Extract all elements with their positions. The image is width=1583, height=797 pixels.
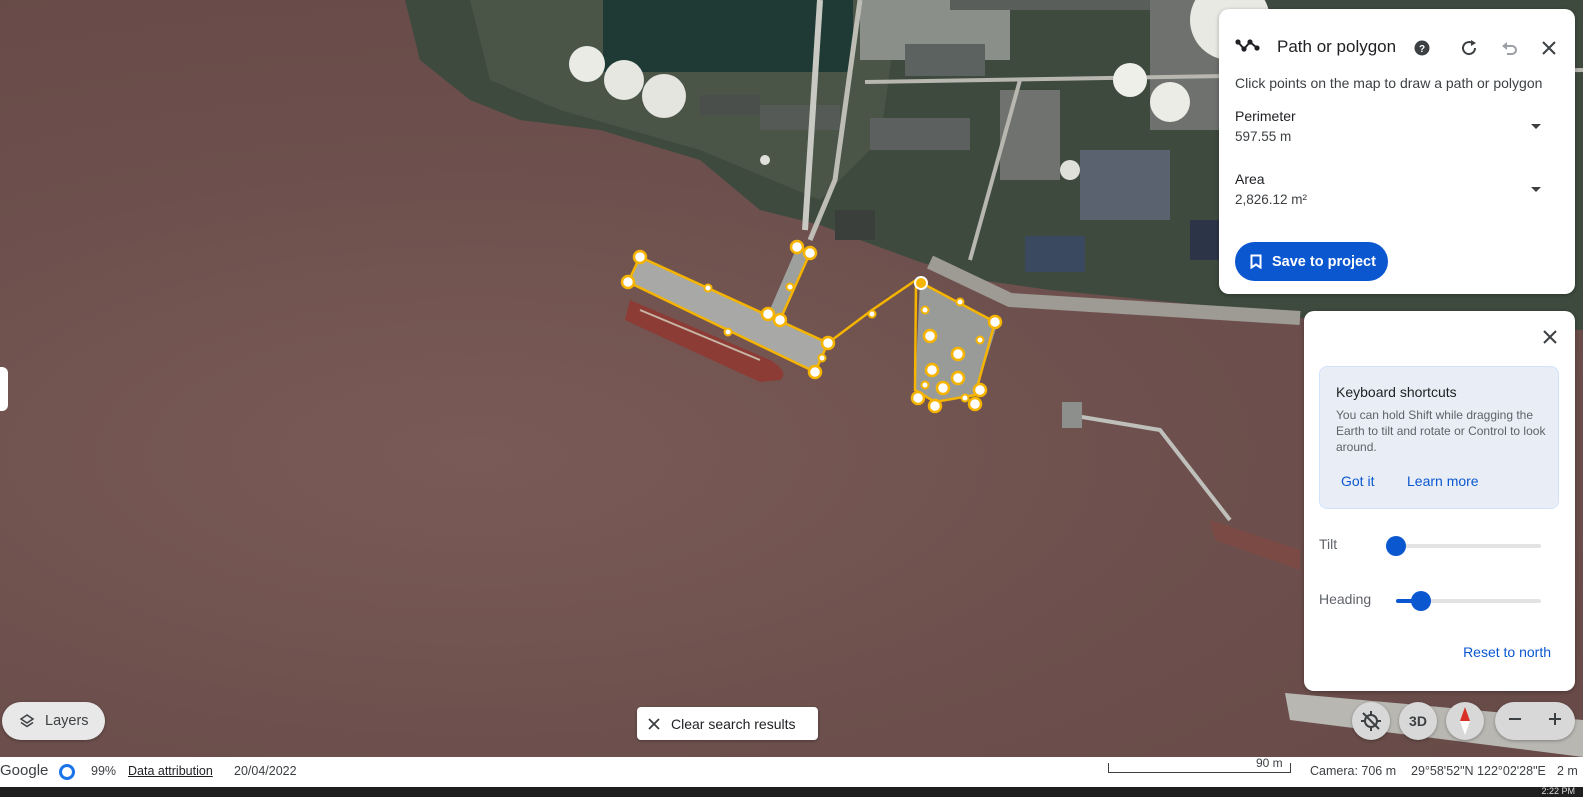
taskbar-strip: 2:22 PM	[0, 786, 1583, 797]
clear-search-label: Clear search results	[671, 715, 796, 732]
area-label: Area	[1235, 171, 1265, 187]
data-attribution-link[interactable]: Data attribution	[128, 764, 213, 778]
perimeter-value: 597.55 m	[1235, 129, 1292, 144]
elevation: 2 m	[1557, 764, 1578, 778]
close-icon[interactable]	[1538, 325, 1562, 349]
zoom-in-icon[interactable]	[1548, 712, 1562, 731]
refresh-icon[interactable]	[1457, 36, 1481, 60]
scale-label: 90 m	[1256, 756, 1283, 770]
perimeter-label: Perimeter	[1235, 108, 1296, 124]
area-value: 2,826.12 m²	[1235, 192, 1308, 207]
save-to-project-button[interactable]: Save to project	[1235, 242, 1388, 281]
got-it-link[interactable]: Got it	[1341, 473, 1374, 489]
bookmark-icon	[1250, 254, 1262, 269]
panel-header: Path or polygon ?	[1235, 29, 1563, 65]
navigation-panel: Keyboard shortcuts You can hold Shift wh…	[1304, 311, 1575, 691]
zoom-controls	[1495, 702, 1575, 740]
status-bar: Google 99% Data attribution 20/04/2022 9…	[0, 756, 1583, 787]
compass-button[interactable]	[1446, 702, 1484, 740]
camera-altitude: Camera: 706 m	[1310, 764, 1397, 778]
zoom-out-icon[interactable]	[1508, 712, 1522, 731]
tilt-slider[interactable]	[1386, 536, 1541, 556]
heading-label: Heading	[1319, 591, 1372, 607]
panel-title: Path or polygon	[1277, 37, 1397, 56]
learn-more-link[interactable]: Learn more	[1407, 473, 1479, 489]
side-panel-handle[interactable]	[0, 367, 8, 411]
clock: 2:22 PM	[1541, 786, 1575, 796]
chevron-down-icon[interactable]	[1531, 124, 1541, 129]
location-off-icon	[1361, 711, 1381, 731]
close-icon	[648, 717, 660, 730]
perimeter-row[interactable]: Perimeter 597.55 m	[1235, 108, 1551, 152]
imagery-date: 20/04/2022	[234, 764, 297, 778]
chevron-down-icon[interactable]	[1531, 187, 1541, 192]
reset-to-north-link[interactable]: Reset to north	[1463, 644, 1551, 660]
loading-ring-icon	[59, 764, 75, 780]
heading-knob[interactable]	[1410, 591, 1431, 611]
load-percent: 99%	[91, 764, 117, 778]
tilt-knob[interactable]	[1386, 536, 1406, 556]
view-3d-button[interactable]: 3D	[1399, 702, 1437, 740]
layers-label: Layers	[45, 713, 89, 729]
tip-body: You can hold Shift while dragging the Ea…	[1336, 408, 1546, 454]
measure-panel: Path or polygon ? Click points on the ma…	[1219, 9, 1575, 294]
keyboard-shortcuts-tip: Keyboard shortcuts You can hold Shift wh…	[1319, 366, 1559, 509]
panel-hint: Click points on the map to draw a path o…	[1235, 75, 1543, 91]
compass-icon	[1460, 707, 1470, 735]
close-icon[interactable]	[1537, 36, 1561, 60]
layers-icon	[19, 714, 35, 728]
area-row[interactable]: Area 2,826.12 m²	[1235, 171, 1551, 215]
heading-slider[interactable]	[1396, 591, 1541, 611]
location-off-button[interactable]	[1352, 702, 1390, 740]
help-icon[interactable]: ?	[1410, 36, 1434, 60]
undo-icon[interactable]	[1497, 36, 1521, 60]
clear-search-results-button[interactable]: Clear search results	[637, 707, 818, 740]
layers-button[interactable]: Layers	[2, 702, 105, 740]
coordinates: 29°58'52"N 122°02'28"E	[1411, 764, 1546, 778]
path-icon	[1235, 36, 1261, 59]
tip-title: Keyboard shortcuts	[1336, 384, 1457, 400]
tilt-label: Tilt	[1319, 536, 1338, 552]
svg-text:?: ?	[1419, 44, 1425, 55]
google-logo: Google	[0, 762, 49, 779]
save-label: Save to project	[1272, 253, 1376, 270]
